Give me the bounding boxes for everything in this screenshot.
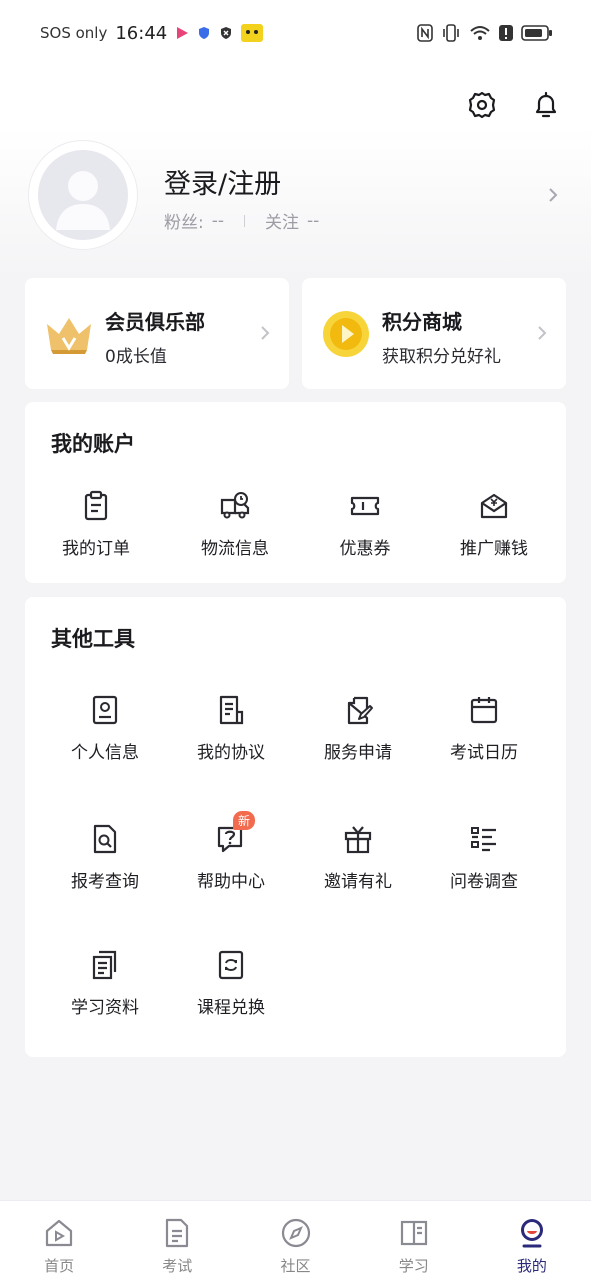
security-app-icon	[221, 27, 232, 39]
nav-community[interactable]: 社区	[236, 1201, 354, 1280]
service-request-item[interactable]: 服务申请	[295, 694, 421, 763]
points-mall-card[interactable]: 积分商城 获取积分兑好礼	[302, 278, 566, 389]
profile-stats: 粉丝: -- 关注 --	[164, 208, 320, 234]
exam-icon	[166, 1218, 189, 1248]
chevron-right-icon	[538, 326, 547, 340]
study-materials-item[interactable]: 学习资料	[42, 949, 168, 1018]
nav-study[interactable]: 学习	[355, 1201, 473, 1280]
registration-query-item[interactable]: 报考查询	[42, 823, 168, 892]
logistics-item[interactable]: 物流信息	[172, 490, 298, 559]
study-materials-label: 学习资料	[71, 998, 139, 1018]
personal-info-item[interactable]: 个人信息	[42, 694, 168, 763]
gift-icon	[344, 826, 372, 854]
compass-icon	[281, 1218, 310, 1248]
login-register-link[interactable]: 登录/注册	[164, 162, 281, 201]
calendar-icon	[470, 697, 498, 724]
course-redeem-item[interactable]: 课程兑换	[168, 949, 294, 1018]
fans-count: --	[211, 210, 225, 231]
alert-icon	[499, 25, 513, 41]
truck-icon	[220, 492, 250, 519]
stats-divider	[244, 214, 246, 227]
bottom-navigation: 首页 考试 社区 学习 我的	[0, 1200, 591, 1280]
my-account-panel: 我的账户 我的订单 物流信息 优惠券 推广赚钱	[25, 402, 566, 583]
points-mall-subtitle: 获取积分兑好礼	[382, 347, 501, 367]
ticket-icon	[350, 496, 380, 516]
clock-time: 16:44	[115, 22, 168, 44]
my-agreement-label: 我的协议	[197, 743, 265, 763]
exam-calendar-item[interactable]: 考试日历	[421, 694, 547, 763]
battery-icon	[521, 25, 552, 41]
book-icon	[400, 1220, 427, 1246]
avatar[interactable]	[38, 150, 128, 240]
growth-value: 0成长值	[105, 347, 167, 367]
search-document-icon	[93, 824, 117, 854]
document-icon	[219, 695, 244, 725]
survey-label: 问卷调查	[450, 872, 518, 892]
nav-home[interactable]: 首页	[0, 1201, 118, 1280]
checklist-icon	[471, 827, 496, 852]
registration-query-label: 报考查询	[71, 872, 139, 892]
exchange-icon	[218, 950, 244, 980]
fans-label: 粉丝:	[164, 213, 204, 233]
nav-exam[interactable]: 考试	[118, 1201, 236, 1280]
nav-community-label: 社区	[280, 1257, 311, 1275]
new-badge: 新	[233, 811, 256, 830]
game-app-icon	[241, 24, 264, 42]
service-request-label: 服务申请	[324, 743, 392, 763]
my-account-title: 我的账户	[51, 432, 135, 456]
bell-icon[interactable]	[531, 90, 561, 120]
course-redeem-label: 课程兑换	[197, 998, 265, 1018]
help-center-label: 帮助中心	[197, 872, 265, 892]
points-mall-title: 积分商城	[382, 310, 462, 334]
wifi-icon	[470, 26, 490, 40]
gear-icon[interactable]	[467, 90, 497, 120]
vip-club-card[interactable]: 会员俱乐部 0成长值	[25, 278, 289, 389]
carrier-text: SOS only	[40, 24, 108, 42]
follow-label: 关注	[265, 213, 300, 233]
survey-item[interactable]: 问卷调查	[421, 823, 547, 892]
crown-icon	[47, 318, 91, 354]
nfc-icon	[417, 24, 433, 42]
home-icon	[45, 1219, 73, 1247]
nav-study-label: 学习	[398, 1257, 429, 1275]
edit-form-icon	[347, 696, 373, 725]
help-center-item[interactable]: 新 帮助中心	[168, 811, 294, 892]
nav-home-label: 首页	[44, 1257, 75, 1275]
other-tools-panel: 其他工具 个人信息 我的协议 服务申请 考试日历 报考查询 新 帮助中心 邀请有…	[25, 597, 566, 1057]
id-card-icon	[92, 695, 118, 725]
follow-count: --	[307, 210, 320, 231]
profile-icon	[520, 1219, 543, 1248]
profile-section[interactable]: 登录/注册 粉丝: -- 关注 --	[28, 140, 568, 250]
invite-gift-item[interactable]: 邀请有礼	[295, 823, 421, 892]
promote-earn-item[interactable]: 推广赚钱	[431, 490, 557, 559]
shield-icon	[199, 27, 210, 39]
coupons-label: 优惠券	[339, 539, 391, 559]
nav-exam-label: 考试	[162, 1257, 193, 1275]
logistics-label: 物流信息	[201, 539, 269, 559]
exam-calendar-label: 考试日历	[450, 743, 518, 763]
status-bar: SOS only 16:44	[0, 0, 591, 66]
my-agreement-item[interactable]: 我的协议	[168, 694, 294, 763]
my-orders-item[interactable]: 我的订单	[33, 490, 159, 559]
video-app-icon	[177, 27, 189, 39]
coin-play-icon	[323, 311, 369, 357]
money-envelope-icon	[480, 493, 508, 519]
vibrate-icon	[443, 24, 459, 42]
personal-info-label: 个人信息	[71, 743, 139, 763]
promote-earn-label: 推广赚钱	[460, 539, 528, 559]
top-actions	[467, 90, 561, 120]
nav-mine[interactable]: 我的	[473, 1201, 591, 1280]
default-avatar-icon	[56, 171, 110, 230]
coupons-item[interactable]: 优惠券	[302, 490, 428, 559]
clipboard-icon	[84, 490, 108, 521]
my-orders-label: 我的订单	[62, 539, 130, 559]
files-icon	[92, 950, 117, 980]
other-tools-title: 其他工具	[51, 627, 135, 651]
chevron-right-icon[interactable]	[546, 186, 560, 204]
invite-gift-label: 邀请有礼	[324, 872, 392, 892]
nav-mine-label: 我的	[516, 1257, 547, 1275]
vip-club-title: 会员俱乐部	[105, 310, 205, 334]
chevron-right-icon	[261, 326, 270, 340]
